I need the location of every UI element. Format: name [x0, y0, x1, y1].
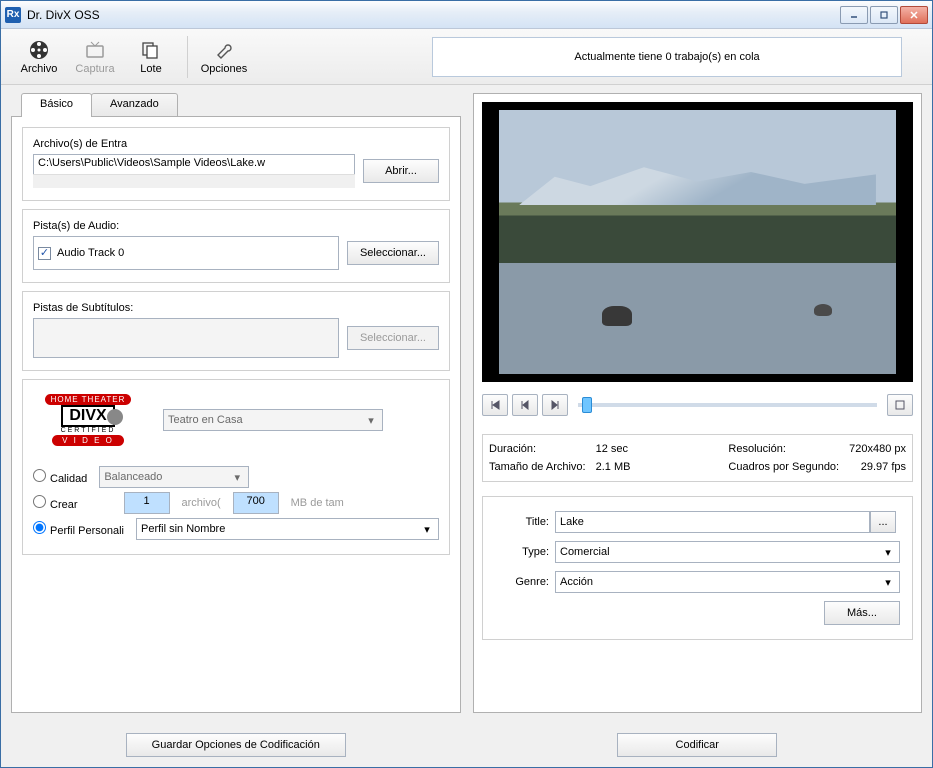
preview-frame: [499, 110, 896, 373]
audio-track-label: Audio Track 0: [57, 247, 124, 259]
meta-title-label: Title:: [495, 516, 555, 528]
meta-browse-button[interactable]: ...: [870, 511, 896, 533]
titlebar[interactable]: Rx Dr. DivX OSS: [1, 1, 932, 29]
fps-value: 29.97 fps: [849, 461, 906, 473]
create-radio[interactable]: Crear: [33, 495, 78, 511]
preset-value: Teatro en Casa: [168, 414, 243, 426]
seek-thumb[interactable]: [582, 397, 592, 413]
more-metadata-button[interactable]: Más...: [824, 601, 900, 625]
toolbar-lote[interactable]: Lote: [123, 33, 179, 81]
divx-certified-logo: HOME THEATER DIVX CERTIFIED V I D E O: [33, 390, 143, 450]
custom-profile-radio[interactable]: Perfil Personali: [33, 521, 124, 537]
filesize-value: 2.1 MB: [596, 461, 719, 473]
create-files-input[interactable]: 1: [124, 492, 170, 514]
audio-tracks-label: Pista(s) de Audio:: [33, 220, 439, 232]
queue-status-text: Actualmente tiene 0 trabajo(s) en cola: [574, 51, 759, 63]
chevron-down-icon: ▾: [364, 413, 378, 427]
meta-type-select[interactable]: Comercial ▾: [555, 541, 900, 563]
create-size-unit-label: MB de tam: [291, 497, 344, 509]
tab-avanzado[interactable]: Avanzado: [91, 93, 178, 117]
toolbar-lote-label: Lote: [140, 63, 161, 75]
create-size-input[interactable]: 700: [233, 492, 279, 514]
resolution-label: Resolución:: [728, 443, 839, 455]
toolbar-captura[interactable]: Captura: [67, 33, 123, 81]
preview-panel: Duración: 12 sec Resolución: 720x480 px …: [473, 93, 922, 713]
subtitles-list[interactable]: [33, 318, 339, 358]
chevron-down-icon: ▾: [420, 522, 434, 536]
save-encoding-button[interactable]: Guardar Opciones de Codificación: [126, 733, 346, 757]
chevron-down-icon: ▾: [881, 545, 895, 559]
encode-button[interactable]: Codificar: [617, 733, 777, 757]
skip-start-button[interactable]: [482, 394, 508, 416]
filesize-label: Tamaño de Archivo:: [489, 461, 586, 473]
batch-icon: [140, 39, 162, 61]
profile-group: HOME THEATER DIVX CERTIFIED V I D E O Te…: [22, 379, 450, 555]
horizontal-scrollbar[interactable]: [33, 174, 355, 188]
toolbar-separator: [187, 36, 188, 78]
audio-select-button[interactable]: Seleccionar...: [347, 241, 439, 265]
subtitles-label: Pistas de Subtítulos:: [33, 302, 439, 314]
step-back-button[interactable]: [512, 394, 538, 416]
input-files-group: Archivo(s) de Entra C:\Users\Public\Vide…: [22, 127, 450, 201]
step-forward-button[interactable]: [542, 394, 568, 416]
fullscreen-button[interactable]: [887, 394, 913, 416]
toolbar: Archivo Captura Lote Opciones Actualment…: [1, 29, 932, 85]
custom-profile-select[interactable]: Perfil sin Nombre ▾: [136, 518, 439, 540]
audio-track-list[interactable]: ✓ Audio Track 0: [33, 236, 339, 270]
tab-basico[interactable]: Básico: [21, 93, 92, 117]
seek-slider[interactable]: [578, 403, 877, 407]
meta-genre-select[interactable]: Acción ▾: [555, 571, 900, 593]
minimize-button[interactable]: [840, 6, 868, 24]
create-unit-label: archivo(: [182, 497, 221, 509]
toolbar-archivo-label: Archivo: [21, 63, 58, 75]
audio-track-checkbox[interactable]: ✓: [38, 247, 51, 260]
quality-select: Balanceado ▾: [99, 466, 249, 488]
chevron-down-icon: ▾: [230, 470, 244, 484]
video-preview: [482, 102, 913, 382]
app-window: Rx Dr. DivX OSS Archivo Captura Lote Opc…: [0, 0, 933, 768]
duration-value: 12 sec: [596, 443, 719, 455]
queue-status: Actualmente tiene 0 trabajo(s) en cola: [432, 37, 902, 77]
toolbar-opciones-label: Opciones: [201, 63, 247, 75]
maximize-button[interactable]: [870, 6, 898, 24]
metadata-group: Title: ... Type: Comercial ▾ Genre: Acci…: [482, 496, 913, 640]
subtitles-group: Pistas de Subtítulos: Seleccionar...: [22, 291, 450, 371]
toolbar-captura-label: Captura: [75, 63, 114, 75]
open-button[interactable]: Abrir...: [363, 159, 439, 183]
media-info: Duración: 12 sec Resolución: 720x480 px …: [482, 434, 913, 482]
duration-label: Duración:: [489, 443, 586, 455]
close-button[interactable]: [900, 6, 928, 24]
toolbar-archivo[interactable]: Archivo: [11, 33, 67, 81]
player-controls: [482, 390, 913, 420]
quality-radio[interactable]: Calidad: [33, 469, 87, 485]
preset-select: Teatro en Casa ▾: [163, 409, 383, 431]
film-reel-icon: [28, 39, 50, 61]
audio-tracks-group: Pista(s) de Audio: ✓ Audio Track 0 Selec…: [22, 209, 450, 283]
chevron-down-icon: ▾: [881, 575, 895, 589]
input-files-label: Archivo(s) de Entra: [33, 138, 439, 150]
meta-title-input[interactable]: [555, 511, 870, 533]
meta-genre-label: Genre:: [495, 576, 555, 588]
toolbar-opciones[interactable]: Opciones: [196, 33, 252, 81]
window-title: Dr. DivX OSS: [27, 8, 840, 22]
resolution-value: 720x480 px: [849, 443, 906, 455]
app-icon: Rx: [5, 7, 21, 23]
subtitles-select-button: Seleccionar...: [347, 326, 439, 350]
meta-type-label: Type:: [495, 546, 555, 558]
wrench-icon: [213, 39, 235, 61]
fps-label: Cuadros por Segundo:: [728, 461, 839, 473]
tv-icon: [84, 39, 106, 61]
